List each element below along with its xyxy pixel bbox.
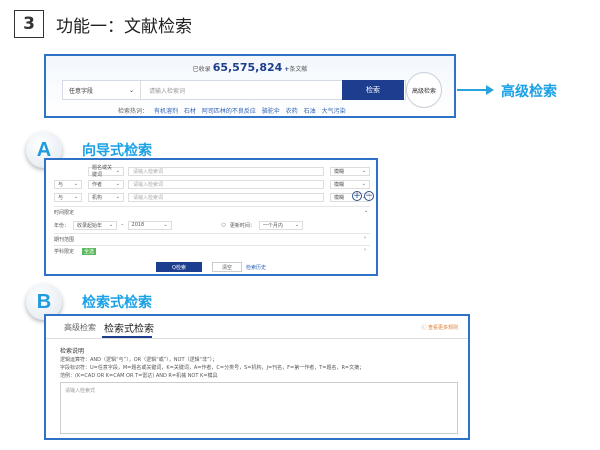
guided-search-panel: 题名或关键词 ⌄ 请输入检索词 模糊 ⌄ 与 ⌄ 作者 ⌄ 请输入检索词 模糊 ⌄ 与 ⌄ … [44, 158, 378, 276]
hot-word[interactable]: 农药 [286, 108, 298, 115]
chevron-down-icon: ⌄ [73, 194, 78, 200]
instructions-fields: 字段标识符：U=任意字段，M=题名或关键词，K=关键词，A=作者，C=分类号，S… [60, 365, 365, 371]
update-time-label: 更新时间： [229, 222, 255, 229]
section-a-title: 向导式检索 [82, 143, 152, 159]
time-limit-label: 时间限定 [54, 210, 75, 216]
instructions-example: 范例：(K=CAD OR K=CAM OR T=雷达) AND R=机械 NOT… [60, 373, 218, 379]
match-value: 模糊 [334, 181, 345, 188]
tab-advanced-search[interactable]: 高级检索 [64, 322, 96, 333]
condition-row: 与 ⌄ 机构 ⌄ 请输入检索词 模糊 ⌄ [54, 192, 370, 202]
term-input[interactable]: 请输入检索词 [128, 179, 324, 189]
term-input[interactable]: 请输入检索词 [128, 166, 324, 176]
hot-word[interactable]: 阿司匹林的不良反应 [202, 108, 256, 115]
hot-word[interactable]: 有机溶剂 [154, 108, 178, 115]
chevron-right-icon[interactable]: › [364, 247, 366, 253]
field-value: 机构 [92, 194, 103, 201]
instructions-operators: 逻辑运算符：AND（逻辑“与”），OR（逻辑“或”），NOT（逻辑“非”）； [60, 357, 218, 363]
journal-range-label: 期刊范围 [54, 237, 75, 243]
chevron-down-icon: ⌄ [73, 181, 78, 187]
update-time-value: 一个月内 [262, 222, 283, 229]
field-value: 作者 [92, 181, 103, 188]
year-from-value: 收录起始年 [77, 222, 103, 229]
basic-search-panel: 已收录 65,575,824 +条文献 任意字段 ⌄ 请输入检索词 检索 高级检索 检… [44, 54, 456, 118]
chevron-down-icon: ⌄ [361, 181, 366, 187]
chevron-down-icon: ⌄ [128, 86, 134, 94]
year-to-value: 2018 [131, 222, 145, 228]
chevron-down-icon: ⌄ [115, 181, 120, 187]
clear-button[interactable]: 清空 [212, 262, 242, 272]
radio-icon[interactable]: ○ [222, 222, 226, 228]
hot-word[interactable]: 石材 [184, 108, 196, 115]
logic-value: 与 [58, 194, 64, 201]
condition-row: 题名或关键词 ⌄ 请输入检索词 模糊 ⌄ [54, 165, 370, 178]
hot-words: 检索热词： 有机溶剂 石材 阿司匹林的不良反应 骆驼伞 农药 石油 大气污染 [118, 106, 346, 115]
match-value: 模糊 [334, 194, 345, 201]
chevron-down-icon: ⌄ [108, 222, 114, 228]
logic-select[interactable]: 与 ⌄ [54, 179, 82, 189]
add-condition-button[interactable]: + [352, 191, 362, 201]
field-select[interactable]: 机构 ⌄ [88, 192, 124, 202]
instructions-title: 检索说明 [60, 348, 85, 355]
arrow-right-icon [486, 85, 494, 95]
update-time-select[interactable]: 一个月内 ⌄ [258, 220, 303, 230]
year-label: 年份： [54, 222, 70, 229]
remove-condition-button[interactable]: − [364, 191, 374, 201]
hot-word[interactable]: 大气污染 [322, 108, 346, 115]
hot-words-label: 检索热词： [118, 108, 149, 115]
subject-limit-label: 学科限定 [54, 249, 75, 255]
chevron-down-icon: ⌄ [163, 222, 168, 228]
match-value: 模糊 [334, 168, 345, 175]
field-select[interactable]: 作者 ⌄ [88, 179, 124, 189]
section-number: 3 [14, 10, 44, 38]
range-dash: – [121, 222, 124, 228]
logic-select[interactable]: 与 ⌄ [54, 192, 82, 202]
more-rules-link[interactable]: ⓘ 查看更多规则 [421, 324, 458, 331]
field-select-value: 任意字段 [69, 87, 94, 95]
condition-row: 与 ⌄ 作者 ⌄ 请输入检索词 模糊 ⌄ [54, 179, 370, 189]
chevron-down-icon[interactable]: ⌄ [364, 208, 368, 214]
time-row: 年份： 收录起始年 ⌄ – 2018 ⌄ ○ 更新时间： 一个月内 ⌄ [54, 220, 370, 230]
active-tab-indicator [102, 336, 152, 338]
hot-word[interactable]: 石油 [304, 108, 316, 115]
chevron-down-icon: ⌄ [115, 168, 120, 174]
field-select[interactable]: 任意字段 ⌄ [63, 81, 141, 99]
count-suffix: 条文献 [289, 66, 308, 73]
guided-search-button[interactable]: Q检索 [156, 262, 202, 272]
match-select[interactable]: 模糊 ⌄ [330, 166, 370, 176]
expert-search-panel: 高级检索 检索式检索 ⓘ 查看更多规则 检索说明 逻辑运算符：AND（逻辑“与”… [44, 314, 470, 440]
expression-textarea[interactable]: 请输入检索式 [60, 382, 458, 434]
count-number: 65,575,824 [212, 61, 283, 74]
term-input[interactable]: 请输入检索词 [128, 192, 324, 202]
callout-arrow-line [457, 89, 487, 91]
match-select[interactable]: 模糊 ⌄ [330, 179, 370, 189]
advanced-search-label: 高级检索 [411, 87, 436, 95]
hot-word[interactable]: 骆驼伞 [262, 108, 280, 115]
search-button[interactable]: 检索 [342, 80, 404, 100]
section-b-title: 检索式检索 [82, 295, 152, 311]
divider [54, 233, 370, 234]
chevron-right-icon[interactable]: › [364, 235, 366, 241]
divider [54, 245, 370, 246]
divider [54, 206, 370, 207]
chevron-down-icon: ⌄ [115, 194, 120, 200]
year-to-select[interactable]: 2018 ⌄ [127, 220, 172, 230]
field-value: 题名或关键词 [92, 165, 113, 178]
count-prefix: 已收录 [192, 66, 211, 73]
search-history-link[interactable]: 检索历史 [246, 264, 266, 271]
field-select[interactable]: 题名或关键词 ⌄ [88, 165, 124, 178]
tab-divider [46, 338, 468, 339]
subject-tag[interactable]: 全选 [82, 248, 97, 255]
collection-count: 已收录 65,575,824 +条文献 [46, 61, 454, 74]
logic-value: 与 [58, 181, 64, 188]
year-from-select[interactable]: 收录起始年 ⌄ [73, 220, 118, 230]
advanced-search-button[interactable]: 高级检索 [406, 72, 442, 108]
chevron-down-icon: ⌄ [361, 168, 366, 174]
page-title: 功能一：文献检索 [56, 17, 192, 37]
tab-expert-search[interactable]: 检索式检索 [104, 320, 154, 335]
advanced-search-callout: 高级检索 [501, 84, 557, 100]
chevron-down-icon: ⌄ [294, 222, 299, 228]
